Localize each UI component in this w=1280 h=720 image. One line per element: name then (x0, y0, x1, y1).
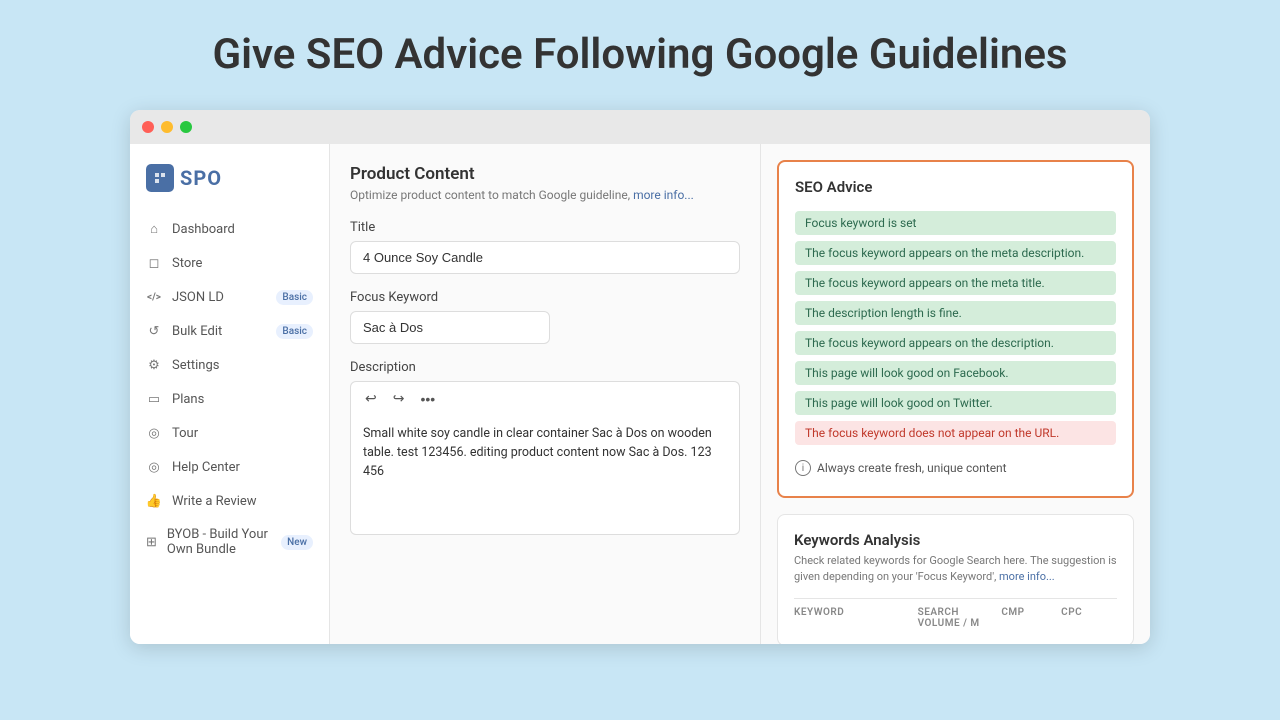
sidebar-item-byob[interactable]: ⊞ BYOB - Build Your Own Bundle New (130, 518, 329, 566)
settings-icon: ⚙ (146, 357, 162, 373)
title-input[interactable] (350, 241, 740, 274)
title-label: Title (350, 220, 740, 235)
sidebar-item-dashboard[interactable]: ⌂ Dashboard (130, 212, 329, 246)
byob-icon: ⊞ (146, 534, 157, 550)
description-form-group: Description ↩ ↪ ••• Small white soy cand… (350, 360, 740, 539)
browser-titlebar (130, 110, 1150, 144)
advice-info-text: Always create fresh, unique content (817, 461, 1007, 475)
keywords-title: Keywords Analysis (794, 531, 1117, 549)
col-cmp: CMP (1001, 607, 1057, 629)
bulk-edit-icon: ↺ (146, 323, 162, 339)
advice-item-6: This page will look good on Facebook. (795, 361, 1116, 385)
home-icon: ⌂ (146, 221, 162, 237)
focus-keyword-form-group: Focus Keyword (350, 290, 740, 344)
tour-icon: ◎ (146, 425, 162, 441)
traffic-light-red[interactable] (142, 121, 154, 133)
help-icon: ◎ (146, 459, 162, 475)
sidebar-item-settings[interactable]: ⚙ Settings (130, 348, 329, 382)
advice-item-8: The focus keyword does not appear on the… (795, 421, 1116, 445)
product-content-section: Product Content Optimize product content… (350, 164, 740, 539)
redo-button[interactable]: ↪ (389, 388, 409, 409)
sidebar-logo: SPO (130, 164, 329, 212)
code-icon: </> (146, 289, 162, 305)
advice-info: i Always create fresh, unique content (795, 456, 1116, 480)
col-keyword: KEYWORD (794, 607, 914, 629)
main-content: Product Content Optimize product content… (330, 144, 760, 644)
keywords-card: Keywords Analysis Check related keywords… (777, 514, 1134, 644)
more-info-link[interactable]: more info... (633, 188, 694, 202)
sidebar-label-byob: BYOB - Build Your Own Bundle (167, 527, 271, 557)
traffic-light-yellow[interactable] (161, 121, 173, 133)
right-panel: SEO Advice Focus keyword is set The focu… (760, 144, 1150, 644)
plans-icon: ▭ (146, 391, 162, 407)
sidebar-label-json-ld: JSON LD (172, 290, 224, 305)
description-toolbar: ↩ ↪ ••• (350, 381, 740, 415)
advice-item-7: This page will look good on Twitter. (795, 391, 1116, 415)
product-content-title: Product Content (350, 164, 740, 184)
sidebar: SPO ⌂ Dashboard ◻ Store </> JSON LD Basi… (130, 144, 330, 644)
sidebar-label-settings: Settings (172, 358, 219, 373)
store-icon: ◻ (146, 255, 162, 271)
sidebar-item-json-ld[interactable]: </> JSON LD Basic (130, 280, 329, 314)
sidebar-label-store: Store (172, 256, 202, 271)
sidebar-label-review: Write a Review (172, 494, 257, 509)
sidebar-item-bulk-edit[interactable]: ↺ Bulk Edit Basic (130, 314, 329, 348)
badge-basic-jsonld: Basic (276, 290, 313, 305)
badge-basic-bulk: Basic (276, 324, 313, 339)
sidebar-label-help: Help Center (172, 460, 240, 475)
browser-window: SPO ⌂ Dashboard ◻ Store </> JSON LD Basi… (130, 110, 1150, 644)
sidebar-label-plans: Plans (172, 392, 204, 407)
more-options-button[interactable]: ••• (416, 389, 439, 409)
focus-keyword-input[interactable] (350, 311, 550, 344)
info-icon: i (795, 460, 811, 476)
advice-item-1: Focus keyword is set (795, 211, 1116, 235)
page-heading: Give SEO Advice Following Google Guideli… (212, 30, 1067, 80)
sidebar-item-write-review[interactable]: 👍 Write a Review (130, 484, 329, 518)
browser-content: SPO ⌂ Dashboard ◻ Store </> JSON LD Basi… (130, 144, 1150, 644)
advice-item-2: The focus keyword appears on the meta de… (795, 241, 1116, 265)
thumbs-up-icon: 👍 (146, 493, 162, 509)
description-textarea[interactable]: Small white soy candle in clear containe… (350, 415, 740, 535)
advice-item-3: The focus keyword appears on the meta ti… (795, 271, 1116, 295)
description-label: Description (350, 360, 740, 375)
focus-keyword-label: Focus Keyword (350, 290, 740, 305)
undo-button[interactable]: ↩ (361, 388, 381, 409)
seo-advice-card: SEO Advice Focus keyword is set The focu… (777, 160, 1134, 498)
sidebar-item-tour[interactable]: ◎ Tour (130, 416, 329, 450)
keywords-more-info-link[interactable]: more info... (999, 570, 1055, 583)
sidebar-item-plans[interactable]: ▭ Plans (130, 382, 329, 416)
keywords-table-header: KEYWORD SEARCH VOLUME / M CMP CPC (794, 598, 1117, 629)
seo-advice-title: SEO Advice (795, 178, 1116, 196)
sidebar-label-dashboard: Dashboard (172, 222, 235, 237)
col-cpc: CPC (1061, 607, 1117, 629)
col-search-volume: SEARCH VOLUME / M (918, 607, 998, 629)
advice-item-5: The focus keyword appears on the descrip… (795, 331, 1116, 355)
title-form-group: Title (350, 220, 740, 274)
traffic-light-green[interactable] (180, 121, 192, 133)
badge-new-byob: New (281, 535, 313, 550)
sidebar-item-store[interactable]: ◻ Store (130, 246, 329, 280)
sidebar-label-tour: Tour (172, 426, 198, 441)
sidebar-item-help-center[interactable]: ◎ Help Center (130, 450, 329, 484)
logo-icon (146, 164, 174, 192)
logo-text: SPO (180, 166, 222, 190)
sidebar-label-bulk-edit: Bulk Edit (172, 324, 222, 339)
product-content-subtitle: Optimize product content to match Google… (350, 188, 740, 202)
advice-item-4: The description length is fine. (795, 301, 1116, 325)
keywords-subtitle: Check related keywords for Google Search… (794, 553, 1117, 584)
